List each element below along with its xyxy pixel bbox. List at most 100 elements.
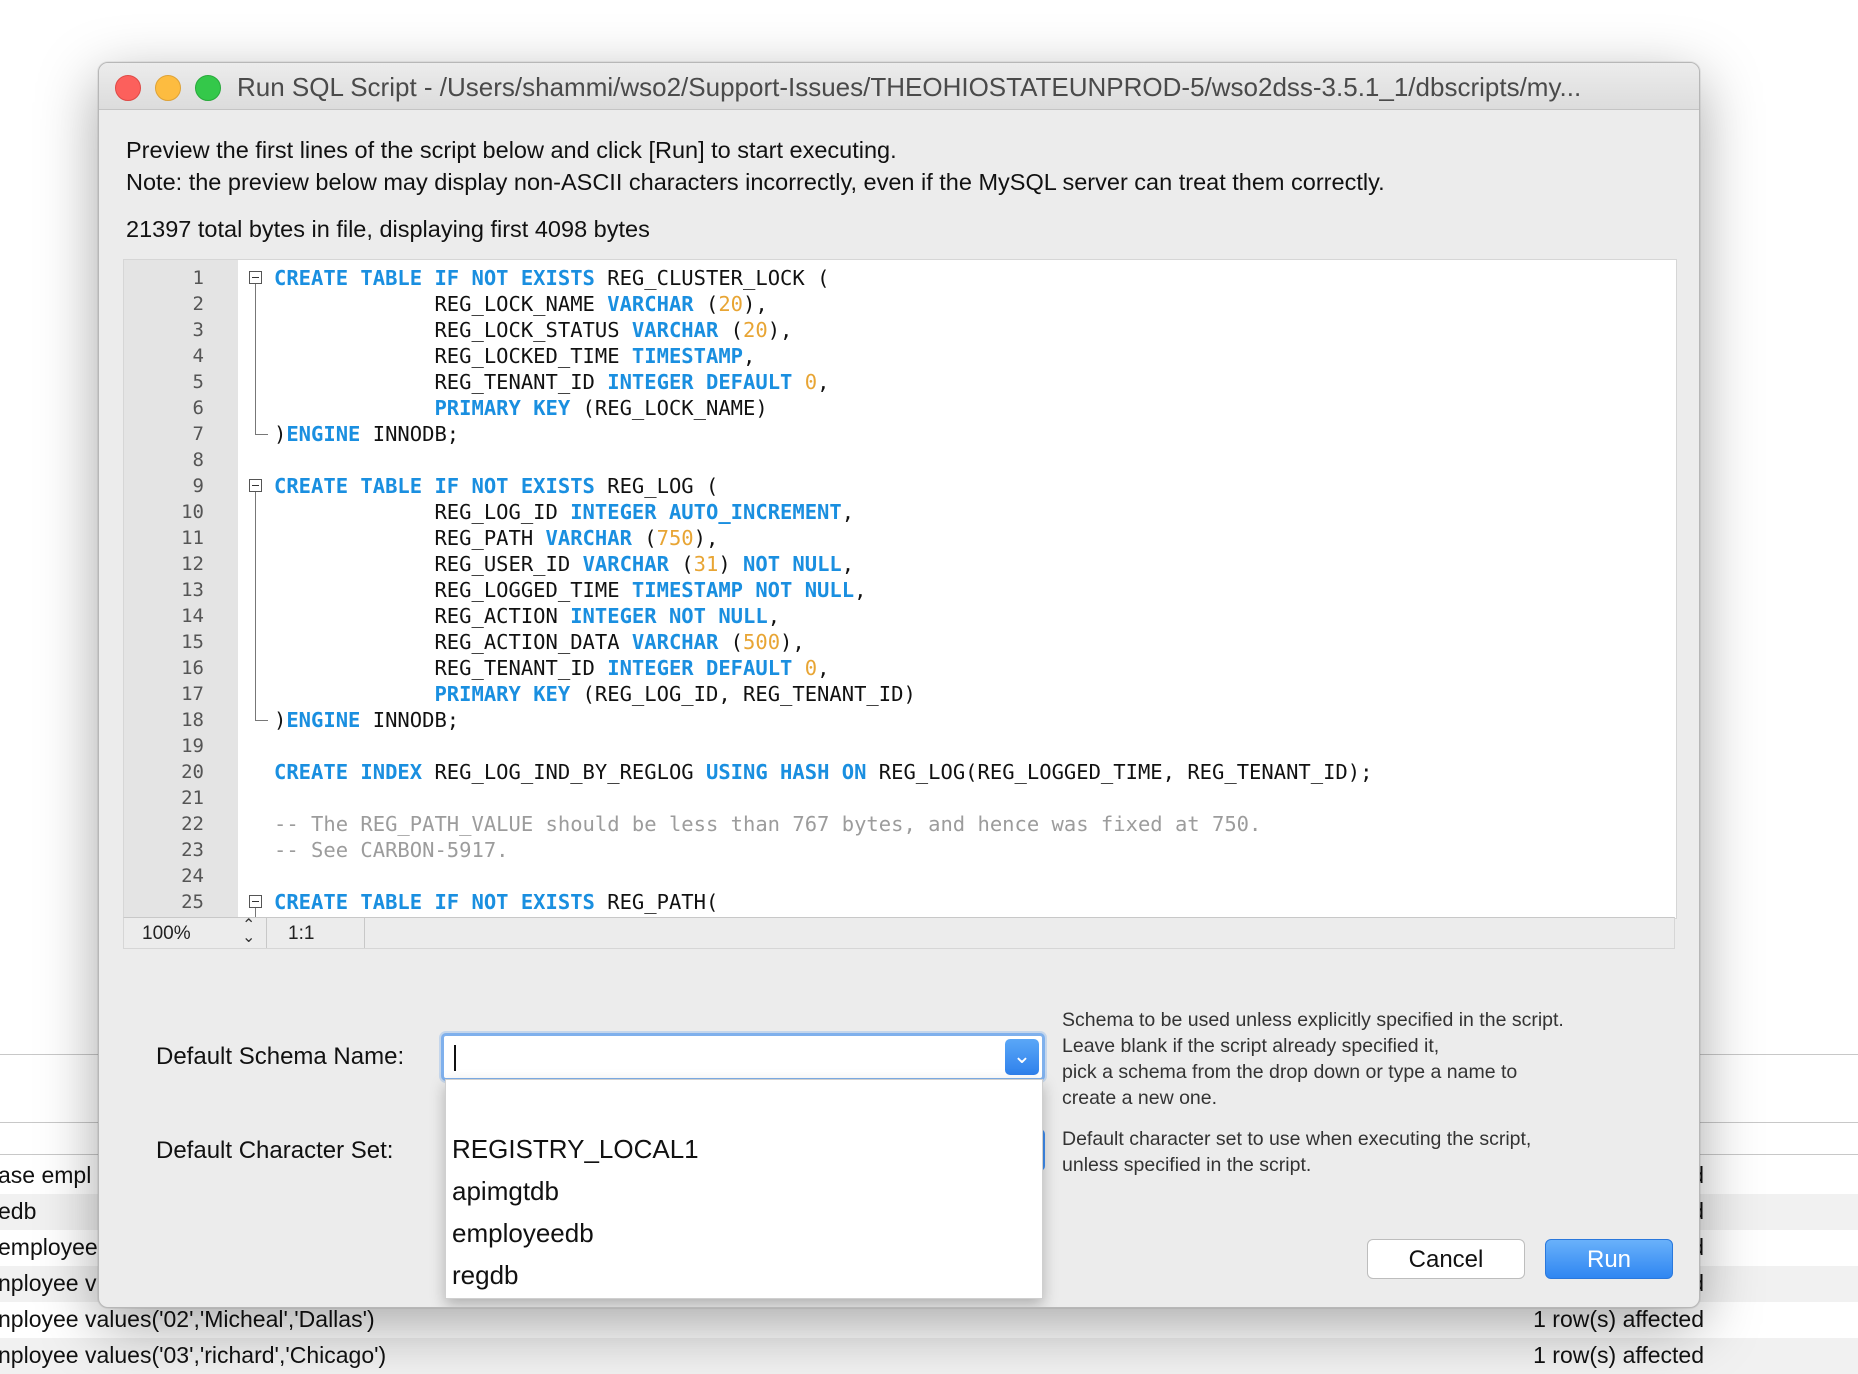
code-line: 12 REG_USER_ID VARCHAR (31) NOT NULL, [124,551,1676,577]
fold-guide [255,284,256,291]
sql-text: , [841,552,855,576]
sql-text: ), [743,292,768,316]
fold-end-guide [255,705,268,721]
sql-keyword: ENGINE [286,708,361,732]
zoom-stepper-icon[interactable]: ⌃ ⌄ [242,918,255,946]
close-window-button[interactable] [115,75,141,101]
code-line: 23 -- See CARBON-5917. [124,837,1676,863]
fold-guide [255,551,256,577]
code-line: 17 PRIMARY KEY (REG_LOG_ID, REG_TENANT_I… [124,681,1676,707]
code-text: REG_TENANT_ID INTEGER DEFAULT 0, [274,655,829,681]
fold-toggle-icon[interactable] [249,271,262,284]
sql-text: INNODB; [360,422,460,446]
sql-text: REG_PATH( [594,890,719,914]
schema-option[interactable]: apimgtdb [452,1176,559,1207]
sql-keyword: CREATE INDEX [274,760,423,784]
code-text: )ENGINE INNODB; [274,421,459,447]
line-number: 4 [192,345,204,367]
fold-guide [255,629,256,655]
output-action: nployee v [0,1270,97,1296]
sql-text: REG_ACTION [274,604,571,628]
sql-keyword: VARCHAR [631,630,719,654]
fold-guide [255,492,256,499]
line-number: 24 [181,865,204,887]
title-bar[interactable]: Run SQL Script - /Users/shammi/wso2/Supp… [99,63,1699,110]
fold-guide [255,577,256,603]
zoom-level[interactable]: 100% [142,923,191,945]
code-line: 5 REG_TENANT_ID INTEGER DEFAULT 0, [124,369,1676,395]
schema-option[interactable]: REGISTRY_LOCAL1 [452,1134,699,1165]
line-number: 12 [181,553,204,575]
line-number: 10 [181,501,204,523]
sql-number: 0 [804,656,818,680]
line-number: 16 [181,657,204,679]
output-action: employee [0,1234,98,1260]
fold-guide [255,525,256,551]
zoom-window-button[interactable] [195,75,221,101]
default-schema-combobox[interactable]: ⌄ [441,1033,1045,1081]
default-schema-label: Default Schema Name: [156,1043,405,1070]
code-line: 18)ENGINE INNODB; [124,705,1676,733]
schema-hint-line: Schema to be used unless explicitly spec… [1062,1009,1564,1031]
cancel-button[interactable]: Cancel [1367,1239,1525,1279]
fold-guide [255,499,256,525]
status-separator [364,918,365,948]
schema-hint-line: create a new one. [1062,1087,1218,1109]
sql-keyword: INTEGER NOT NULL [570,604,768,628]
fold-toggle-icon[interactable] [249,895,262,908]
code-text: REG_ACTION INTEGER NOT NULL, [274,603,780,629]
script-preview-editor[interactable]: 1 CREATE TABLE IF NOT EXISTS REG_CLUSTER_… [123,259,1677,919]
code-line: 1 CREATE TABLE IF NOT EXISTS REG_CLUSTER_… [124,265,1676,291]
sql-text: ), [693,526,719,550]
line-number: 23 [181,839,204,861]
sql-keyword: INTEGER DEFAULT [607,370,793,394]
sql-text: , [743,344,756,368]
line-number: 14 [181,605,204,627]
sql-keyword: TIMESTAMP [631,344,744,368]
code-text: REG_LOCKED_TIME TIMESTAMP, [274,343,755,369]
run-sql-script-dialog: Run SQL Script - /Users/shammi/wso2/Supp… [98,62,1700,1308]
sql-number: 0 [804,370,818,394]
line-number: 8 [192,449,204,471]
sql-text: REG_ACTION_DATA [274,630,632,654]
fold-end-guide [255,419,268,435]
sql-text: ( [631,526,657,550]
sql-text: INNODB; [360,708,460,732]
schema-option[interactable]: employeedb [452,1218,594,1249]
schema-option[interactable]: regdb [452,1260,519,1291]
code-line: 16 REG_TENANT_ID INTEGER DEFAULT 0, [124,655,1676,681]
sql-text: ( [668,552,694,576]
schema-hint: Schema to be used unless explicitly spec… [1062,1007,1564,1111]
code-text: REG_LOCK_STATUS VARCHAR (20), [274,317,792,343]
code-line: 4 REG_LOCKED_TIME TIMESTAMP, [124,343,1676,369]
sql-text: , [767,604,781,628]
code-text: CREATE TABLE IF NOT EXISTS REG_PATH( [274,889,718,915]
fold-toggle-icon[interactable] [249,479,262,492]
code-line: 21 [124,785,1676,811]
schema-hint-line: Leave blank if the script already specif… [1062,1035,1440,1057]
output-response: 1 row(s) affected [1533,1306,1704,1332]
sql-text: REG_LOCK_STATUS [274,318,632,342]
code-line: 20 CREATE INDEX REG_LOG_IND_BY_REGLOG USI… [124,759,1676,785]
encoding-note: Note: the preview below may display non-… [126,169,1385,195]
fold-guide [255,317,256,343]
fold-guide [255,603,256,629]
sql-text: REG_LOGGED_TIME [274,578,632,602]
minimize-window-button[interactable] [155,75,181,101]
sql-keyword: VARCHAR [631,318,719,342]
sql-keyword: VARCHAR [582,552,669,576]
editor-status-bar: 100% ⌃ ⌄ 1:1 [123,917,1675,949]
sql-text: REG_USER_ID [274,552,583,576]
code-text: REG_PATH VARCHAR (750), [274,525,718,551]
text-caret [454,1045,456,1071]
output-action: ase empl [0,1162,92,1188]
code-text: CREATE TABLE IF NOT EXISTS REG_CLUSTER_L… [274,265,829,291]
run-button[interactable]: Run [1545,1239,1673,1279]
line-number: 5 [192,371,204,393]
chevron-down-icon[interactable]: ⌄ [1005,1039,1039,1075]
fold-guide [255,395,256,421]
code-lines: 1 CREATE TABLE IF NOT EXISTS REG_CLUSTER_… [124,265,1676,918]
fold-guide [255,291,256,317]
line-number: 18 [181,709,204,731]
